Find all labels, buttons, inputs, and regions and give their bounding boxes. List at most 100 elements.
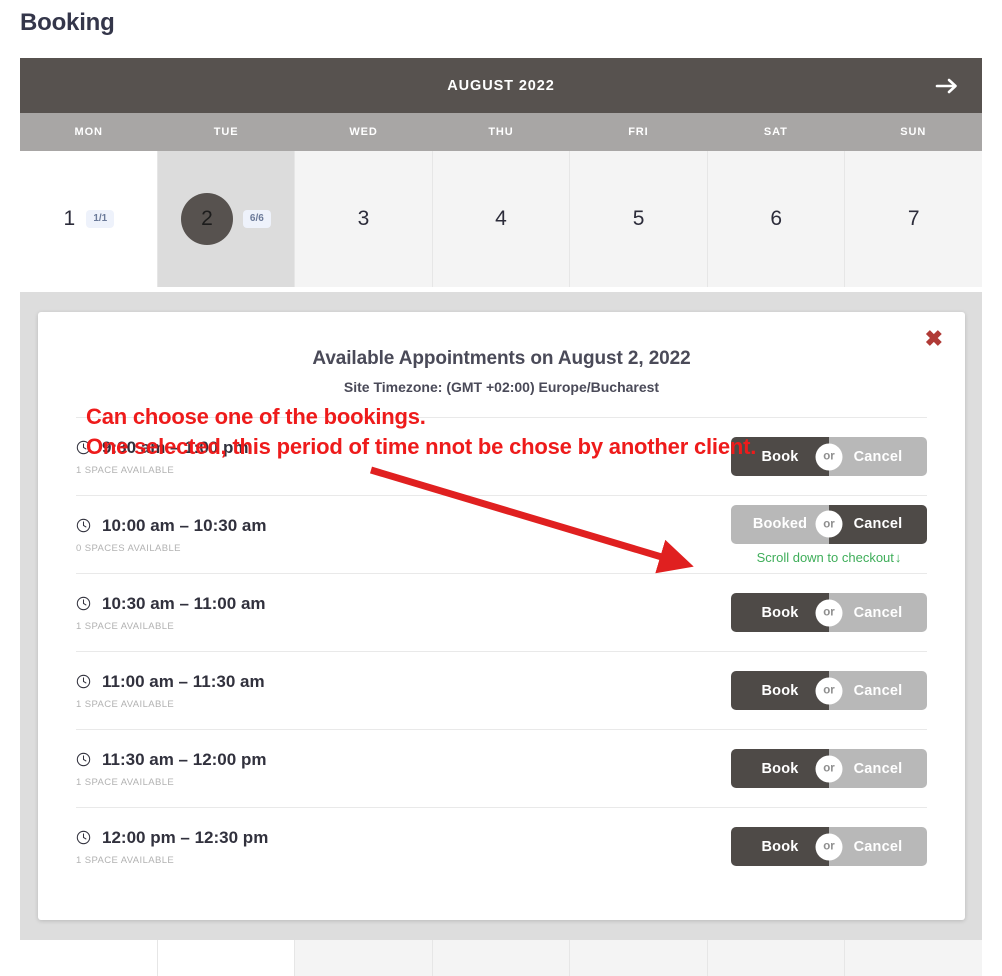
- day-number: 7: [907, 207, 920, 230]
- day-header-mon: MON: [74, 126, 103, 138]
- book-button[interactable]: Book: [731, 593, 829, 632]
- appointment-slot-row-booked: 10:00 am – 10:30 am 0 SPACES AVAILABLE B…: [76, 495, 927, 573]
- appointment-slot-row: 10:30 am – 11:00 am 1 SPACE AVAILABLE Bo…: [76, 573, 927, 651]
- toggle-or-label: or: [815, 677, 843, 704]
- slot-time-label: 11:00 am – 11:30 am: [102, 671, 265, 691]
- slot-info: 11:30 am – 12:00 pm 1 SPACE AVAILABLE: [76, 750, 266, 788]
- slot-info: 10:00 am – 10:30 am 0 SPACES AVAILABLE: [76, 516, 266, 554]
- slot-actions: Book Cancel or: [731, 827, 927, 866]
- appointment-slot-row: 11:30 am – 12:00 pm 1 SPACE AVAILABLE Bo…: [76, 729, 927, 807]
- page-title: Booking: [20, 9, 115, 36]
- appointment-slot-row: 11:00 am – 11:30 am 1 SPACE AVAILABLE Bo…: [76, 651, 927, 729]
- appointments-modal: ✖ Available Appointments on August 2, 20…: [38, 312, 965, 920]
- cancel-button[interactable]: Cancel: [829, 593, 927, 632]
- toggle-or-label: or: [815, 443, 843, 470]
- clock-icon: [76, 830, 91, 845]
- day-number: 3: [357, 207, 370, 230]
- cancel-button[interactable]: Cancel: [829, 749, 927, 788]
- arrow-down-icon: ↓: [894, 549, 902, 565]
- next-week-cell[interactable]: [845, 936, 983, 976]
- clock-icon: [76, 518, 91, 533]
- book-cancel-toggle[interactable]: Book Cancel or: [731, 593, 927, 632]
- scroll-to-checkout-hint: Scroll down to checkout ↓: [757, 550, 902, 565]
- clock-icon: [76, 596, 91, 611]
- slot-time: 10:30 am – 11:00 am: [76, 594, 266, 614]
- slot-time-label: 10:30 am – 11:00 am: [102, 593, 266, 613]
- book-button[interactable]: Book: [731, 671, 829, 710]
- cancel-button[interactable]: Cancel: [829, 504, 927, 544]
- slot-actions: Book Cancel or: [731, 437, 927, 476]
- book-cancel-toggle[interactable]: Book Cancel or: [731, 749, 927, 788]
- toggle-or-label: or: [815, 599, 843, 626]
- calendar-day-headers: MON TUE WED THU FRI SAT SUN: [20, 113, 982, 151]
- checkout-hint-label: Scroll down to checkout: [756, 549, 894, 565]
- slot-time: 10:00 am – 10:30 am: [76, 516, 266, 536]
- slot-spaces-label: 1 SPACE AVAILABLE: [76, 464, 175, 476]
- calendar-day-4[interactable]: 4: [432, 151, 571, 287]
- slot-spaces-label: 1 SPACE AVAILABLE: [76, 854, 175, 866]
- calendar-month-label: AUGUST 2022: [447, 77, 555, 94]
- calendar-day-3[interactable]: 3: [295, 151, 433, 287]
- book-button[interactable]: Book: [731, 749, 829, 788]
- cancel-button[interactable]: Cancel: [829, 437, 927, 476]
- slot-info: 11:00 am – 11:30 am 1 SPACE AVAILABLE: [76, 672, 265, 710]
- next-week-cell[interactable]: [157, 936, 296, 976]
- calendar-day-7[interactable]: 7: [845, 151, 983, 287]
- slot-actions: Book Cancel or: [731, 593, 927, 632]
- day-number: 6: [770, 207, 783, 230]
- slot-time: 11:00 am – 11:30 am: [76, 672, 265, 692]
- slot-info: 12:00 pm – 12:30 pm 1 SPACE AVAILABLE: [76, 828, 268, 866]
- day-number: 1: [63, 207, 76, 230]
- calendar-month-bar: AUGUST 2022: [20, 58, 982, 113]
- day-number-selected: 2: [180, 193, 233, 245]
- calendar-day-2[interactable]: 2 6/6: [157, 151, 296, 287]
- next-week-cell[interactable]: [295, 936, 433, 976]
- calendar: AUGUST 2022 MON TUE WED THU FRI SAT SUN …: [20, 58, 983, 287]
- cancel-button[interactable]: Cancel: [829, 671, 927, 710]
- toggle-or-label: or: [815, 833, 843, 860]
- calendar-next-week-row: [20, 936, 983, 976]
- day-availability-badge: 6/6: [242, 210, 271, 228]
- book-button[interactable]: Book: [731, 437, 829, 476]
- book-cancel-toggle[interactable]: Book Cancel or: [731, 827, 927, 866]
- slot-spaces-label: 1 SPACE AVAILABLE: [76, 698, 175, 710]
- clock-icon: [76, 752, 91, 767]
- next-week-cell[interactable]: [707, 936, 846, 976]
- day-header-tue: TUE: [213, 126, 239, 138]
- slot-time: 12:00 pm – 12:30 pm: [76, 828, 268, 848]
- booked-button[interactable]: Booked: [731, 504, 829, 544]
- calendar-day-5[interactable]: 5: [570, 151, 708, 287]
- day-number: 4: [495, 207, 507, 230]
- modal-subtitle: Site Timezone: (GMT +02:00) Europe/Bucha…: [343, 379, 660, 395]
- day-header-thu: THU: [488, 126, 514, 138]
- arrow-right-icon[interactable]: [934, 73, 960, 99]
- slot-time-label: 9:30 am – 1:00 pm: [102, 437, 249, 457]
- book-cancel-toggle[interactable]: Book Cancel or: [731, 671, 927, 710]
- slot-time: 9:30 am – 1:00 pm: [76, 438, 248, 458]
- modal-title: Available Appointments on August 2, 2022: [312, 348, 691, 369]
- slot-time-label: 11:30 am – 12:00 pm: [102, 749, 267, 769]
- calendar-day-1[interactable]: 1 1/1: [20, 151, 158, 287]
- close-icon[interactable]: ✖: [919, 324, 949, 354]
- appointment-slot-list: 9:30 am – 1:00 pm 1 SPACE AVAILABLE Book…: [38, 417, 965, 885]
- day-header-sat: SAT: [763, 126, 788, 138]
- appointment-slot-row: 9:30 am – 1:00 pm 1 SPACE AVAILABLE Book…: [76, 417, 927, 495]
- next-week-cell[interactable]: [20, 936, 158, 976]
- day-header-wed: WED: [349, 126, 378, 138]
- slot-actions: Book Cancel or: [731, 671, 927, 710]
- day-availability-badge: 1/1: [86, 210, 115, 228]
- slot-actions: Book Cancel or: [731, 749, 927, 788]
- book-cancel-toggle[interactable]: Book Cancel or: [731, 437, 927, 476]
- day-header-sun: SUN: [900, 126, 927, 138]
- slot-spaces-label: 1 SPACE AVAILABLE: [76, 620, 175, 632]
- cancel-button[interactable]: Cancel: [829, 827, 927, 866]
- day-header-fri: FRI: [628, 126, 649, 138]
- book-button[interactable]: Book: [731, 827, 829, 866]
- next-week-cell[interactable]: [570, 936, 708, 976]
- calendar-day-6[interactable]: 6: [707, 151, 846, 287]
- day-number: 5: [632, 207, 645, 230]
- next-week-cell[interactable]: [432, 936, 571, 976]
- slot-spaces-label: 1 SPACE AVAILABLE: [76, 776, 175, 788]
- booked-cancel-toggle[interactable]: Booked Cancel or: [731, 504, 927, 544]
- slot-time-label: 12:00 pm – 12:30 pm: [102, 827, 269, 847]
